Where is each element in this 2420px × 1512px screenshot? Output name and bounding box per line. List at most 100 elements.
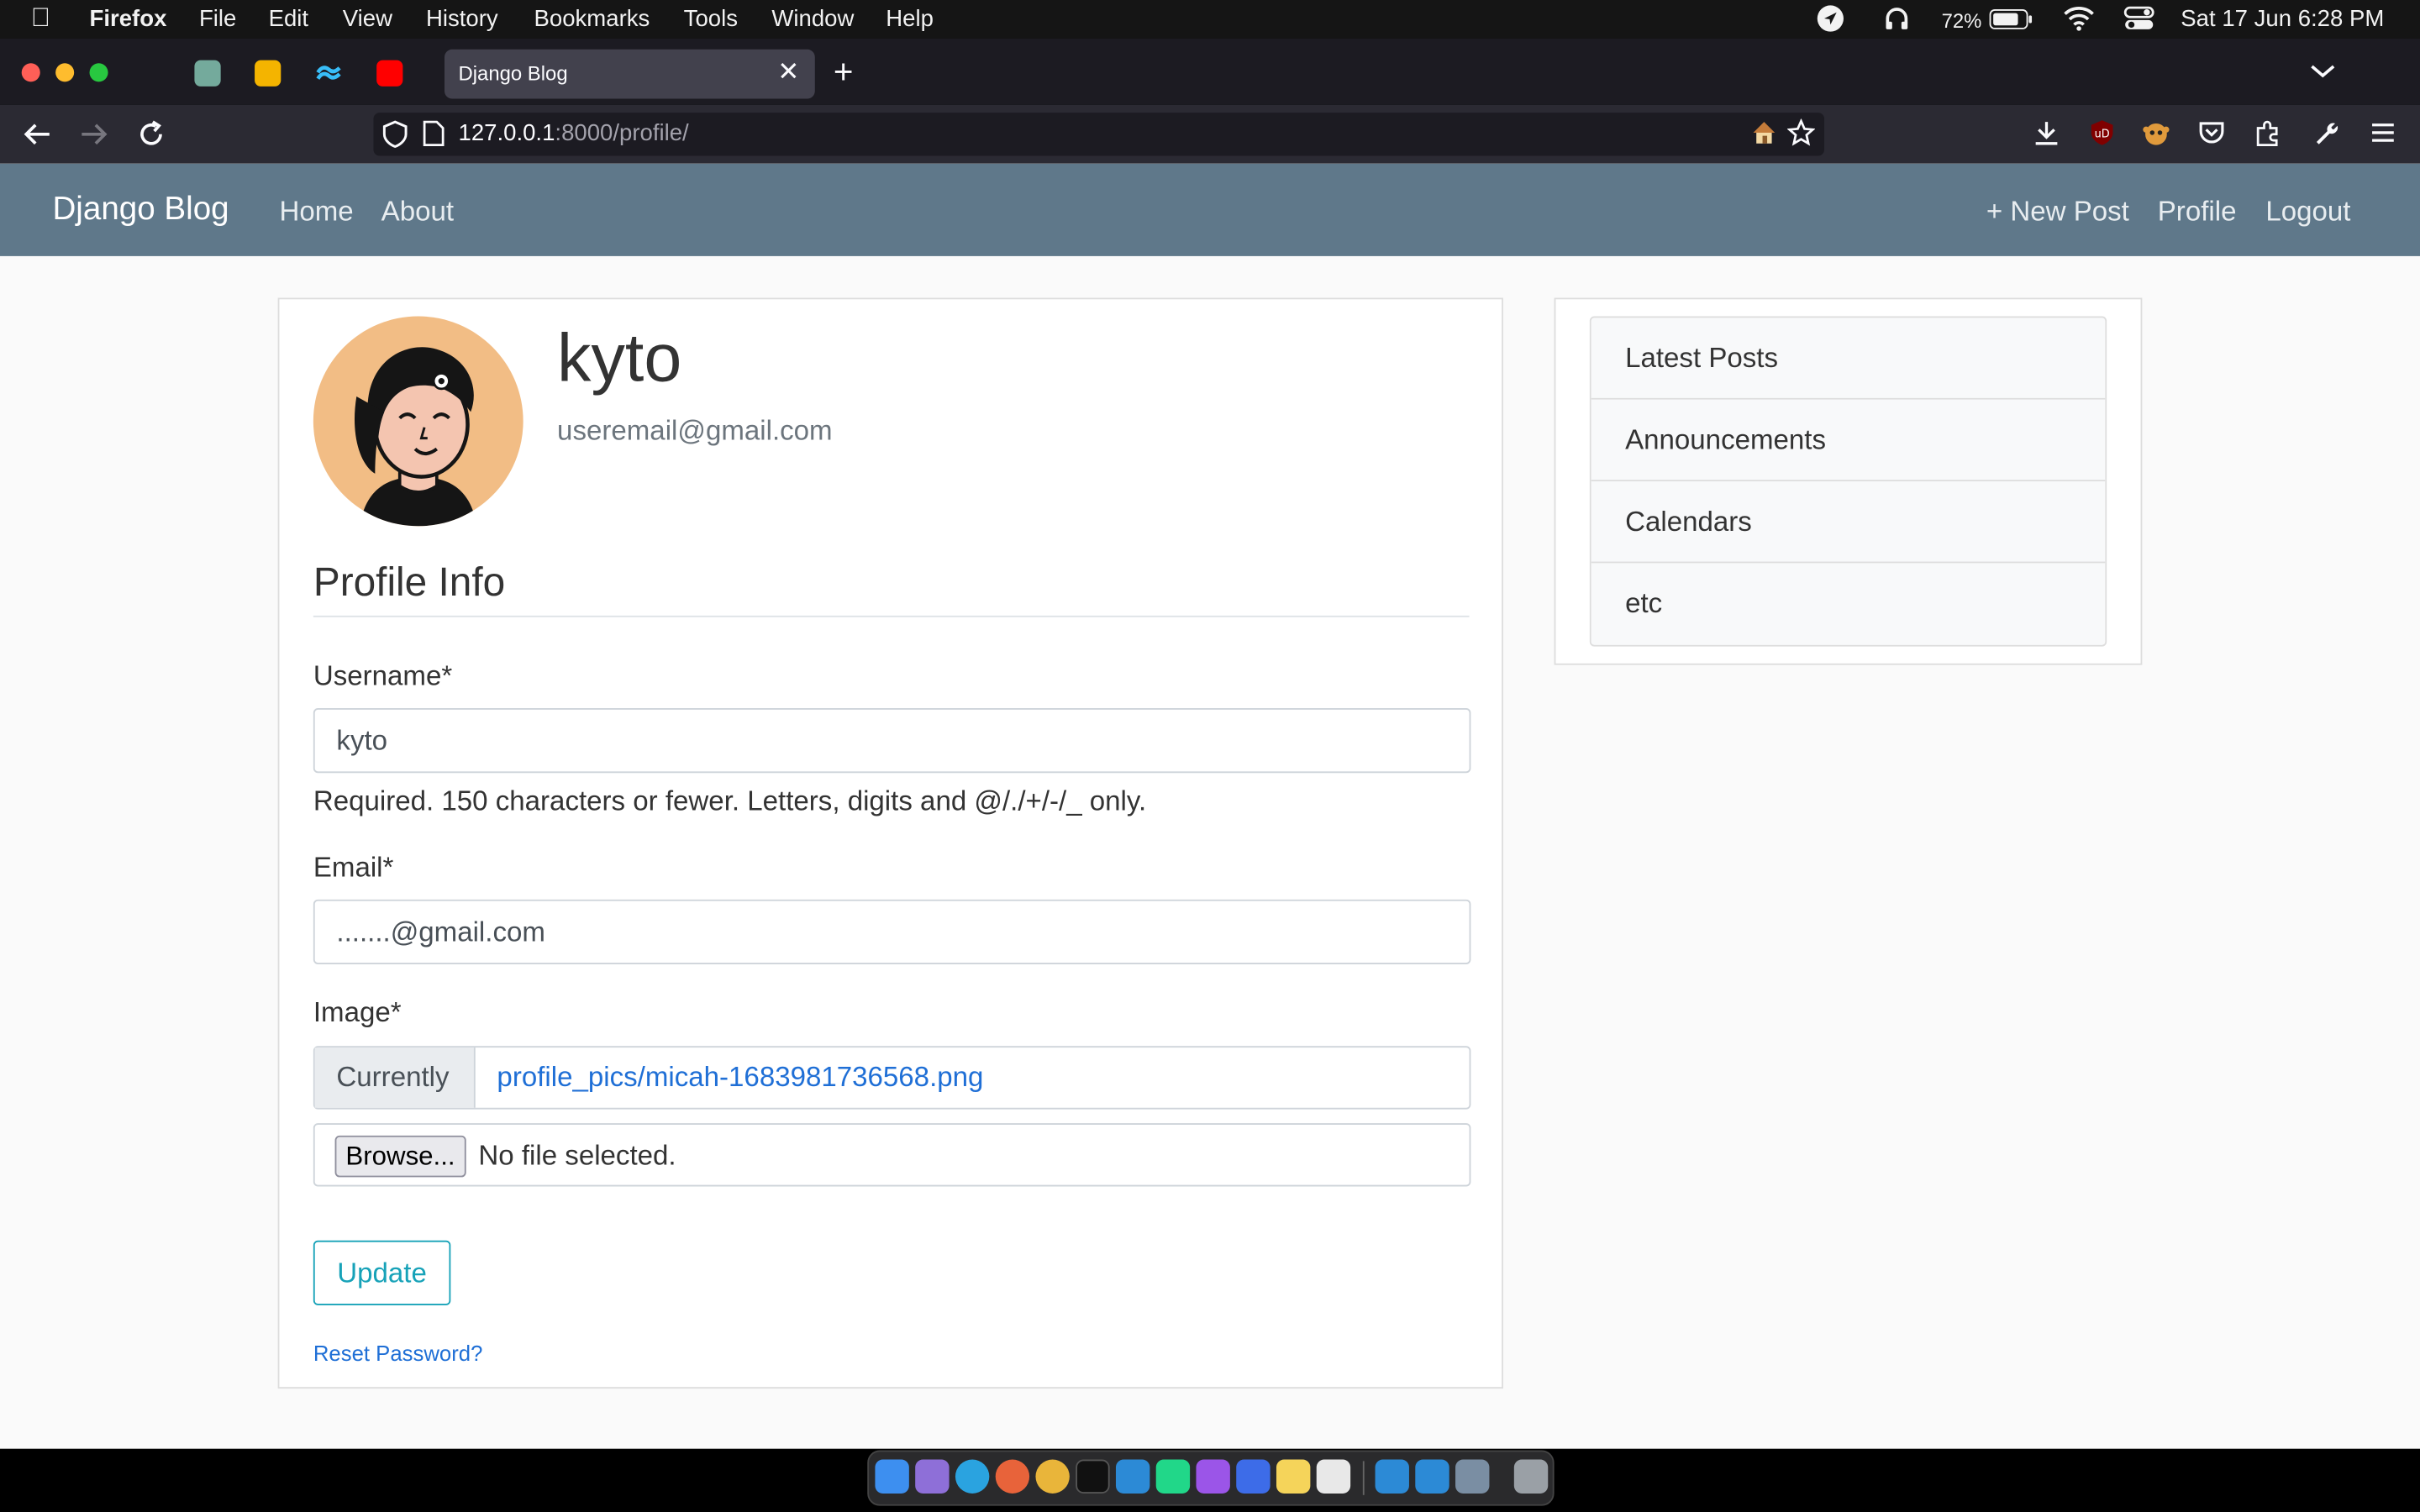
clock[interactable]: Sat 17 Jun 6:28 PM — [2181, 6, 2384, 32]
pinned-tab-chatgpt-icon[interactable] — [194, 60, 221, 87]
pocket-icon[interactable] — [2198, 118, 2226, 151]
profile-info-legend: Profile Info — [313, 559, 1470, 617]
zoom-window-icon[interactable] — [89, 63, 108, 82]
sidebar-item-label: Calendars — [1625, 506, 1752, 538]
current-image-link[interactable]: profile_pics/micah-1683981736568.png — [497, 1062, 983, 1095]
firefox-icon[interactable] — [995, 1459, 1030, 1494]
menu-edit[interactable]: Edit — [269, 6, 308, 32]
site-navbar: Django Blog Home About + New Post Profil… — [0, 163, 2420, 256]
intellij-icon[interactable] — [1236, 1459, 1270, 1494]
pinned-tab-youtube-icon[interactable] — [376, 60, 403, 87]
currently-addon: Currently — [314, 1047, 476, 1108]
notes-icon[interactable] — [1276, 1459, 1311, 1494]
menu-history[interactable]: History — [426, 6, 498, 32]
sidebar-card: Latest Posts Announcements Calendars etc — [1554, 297, 2143, 665]
username-input[interactable]: kyto — [313, 708, 1471, 774]
vscode-icon[interactable] — [1115, 1459, 1150, 1494]
menu-tools[interactable]: Tools — [684, 6, 738, 32]
app-menu-icon[interactable] — [2369, 118, 2396, 151]
menu-app-name[interactable]: Firefox — [90, 6, 167, 32]
minimize-window-icon[interactable] — [55, 63, 75, 82]
avatar — [313, 316, 523, 527]
back-icon[interactable] — [22, 120, 53, 153]
finder-icon[interactable] — [875, 1459, 909, 1494]
menu-bookmarks[interactable]: Bookmarks — [534, 6, 650, 32]
pinned-tab-keep-icon[interactable] — [255, 60, 281, 87]
tracking-protection-shield-icon[interactable] — [382, 120, 408, 153]
page-info-icon[interactable] — [423, 120, 445, 151]
home-emoji-icon[interactable] — [1750, 118, 1778, 151]
web-page: Django Blog Home About + New Post Profil… — [0, 163, 2420, 1449]
username-help-text: Required. 150 characters or fewer. Lette… — [313, 785, 1147, 816]
browse-button[interactable]: Browse... — [334, 1135, 466, 1178]
extensions-icon[interactable] — [2254, 118, 2281, 151]
tab-title: Django Blog — [458, 61, 568, 86]
nav-about-link[interactable]: About — [381, 196, 454, 228]
close-window-icon[interactable] — [21, 63, 40, 82]
email-label: Email* — [313, 851, 394, 883]
no-file-selected-text: No file selected. — [478, 1140, 676, 1172]
apple-icon[interactable]:  — [31, 3, 50, 34]
url-bar[interactable]: 127.0.0.1:8000/profile/ — [373, 113, 1825, 156]
control-center-icon[interactable] — [2123, 6, 2154, 37]
tab-django-blog[interactable]: Django Blog ✕ — [444, 49, 815, 99]
sidebar-item-label: Latest Posts — [1625, 342, 1779, 374]
chrome-icon[interactable] — [1035, 1459, 1070, 1494]
nav-home-link[interactable]: Home — [279, 196, 353, 228]
sidebar-item-label: etc — [1625, 587, 1663, 619]
forward-icon[interactable] — [79, 120, 110, 153]
telegram-icon[interactable] — [955, 1459, 990, 1494]
battery-percent: 72% — [1941, 9, 1982, 33]
update-button[interactable]: Update — [313, 1240, 451, 1305]
list-all-tabs-icon[interactable] — [2309, 59, 2337, 85]
wifi-icon[interactable] — [2064, 6, 2095, 37]
bookmark-star-icon[interactable] — [1786, 118, 1816, 151]
current-image-group: Currently profile_pics/micah-16839817365… — [313, 1046, 1471, 1110]
sidebar-item-calendars[interactable]: Calendars — [1591, 481, 2106, 564]
image-label: Image* — [313, 996, 402, 1028]
new-tab-icon[interactable]: + — [834, 55, 854, 88]
macos-menu-bar:  Firefox File Edit View History Bookmar… — [0, 0, 2420, 39]
battery-icon[interactable] — [1989, 9, 2033, 35]
ublock-origin-icon[interactable]: uD — [2088, 118, 2116, 151]
reload-icon[interactable] — [136, 118, 167, 154]
nav-profile-link[interactable]: Profile — [2158, 196, 2237, 228]
svg-text:uD: uD — [2095, 128, 2110, 140]
nav-logout-link[interactable]: Logout — [2265, 196, 2350, 228]
menu-file[interactable]: File — [199, 6, 236, 32]
url-text[interactable]: 127.0.0.1:8000/profile/ — [459, 120, 689, 146]
reset-password-link[interactable]: Reset Password? — [313, 1341, 483, 1365]
sidebar-item-latest-posts[interactable]: Latest Posts — [1591, 318, 2106, 400]
nav-new-post-link[interactable]: + New Post — [1986, 196, 2129, 228]
menu-help[interactable]: Help — [886, 6, 934, 32]
pinned-tab-tailwind-icon[interactable] — [315, 60, 341, 87]
profile-username: kyto — [557, 321, 682, 397]
menu-view[interactable]: View — [343, 6, 392, 32]
profile-email: useremail@gmail.com — [557, 415, 833, 446]
macos-dock — [867, 1450, 1555, 1506]
close-tab-icon[interactable]: ✕ — [777, 57, 799, 88]
email-input[interactable]: .......@gmail.com — [313, 899, 1471, 964]
username-label: Username* — [313, 660, 453, 691]
image-file-input[interactable]: Browse... No file selected. — [313, 1123, 1471, 1187]
wrench-icon[interactable] — [2312, 118, 2339, 151]
headphones-icon[interactable] — [1883, 5, 1911, 39]
sidebar-item-announcements[interactable]: Announcements — [1591, 399, 2106, 482]
pycharm-icon[interactable] — [1155, 1459, 1191, 1494]
downloads-icon[interactable] — [2033, 118, 2060, 151]
sidebar-item-etc[interactable]: etc — [1591, 563, 2106, 645]
screenshot-icon[interactable] — [1455, 1459, 1490, 1494]
tampermonkey-icon[interactable] — [2142, 118, 2170, 151]
menu-window[interactable]: Window — [771, 6, 854, 32]
site-brand-link[interactable]: Django Blog — [52, 192, 229, 228]
textedit-icon[interactable] — [1316, 1459, 1351, 1494]
vscode-window-icon[interactable] — [1375, 1459, 1409, 1494]
trash-icon[interactable] — [1513, 1459, 1549, 1494]
vscode-window-2-icon[interactable] — [1415, 1459, 1449, 1494]
terminal-icon[interactable] — [1076, 1459, 1110, 1494]
location-icon[interactable] — [1817, 5, 1844, 39]
browser-tab-strip — [0, 38, 2420, 105]
datagrip-icon[interactable] — [1196, 1459, 1230, 1494]
sidebar-list: Latest Posts Announcements Calendars etc — [1589, 316, 2107, 647]
launchpad-icon[interactable] — [915, 1459, 950, 1494]
